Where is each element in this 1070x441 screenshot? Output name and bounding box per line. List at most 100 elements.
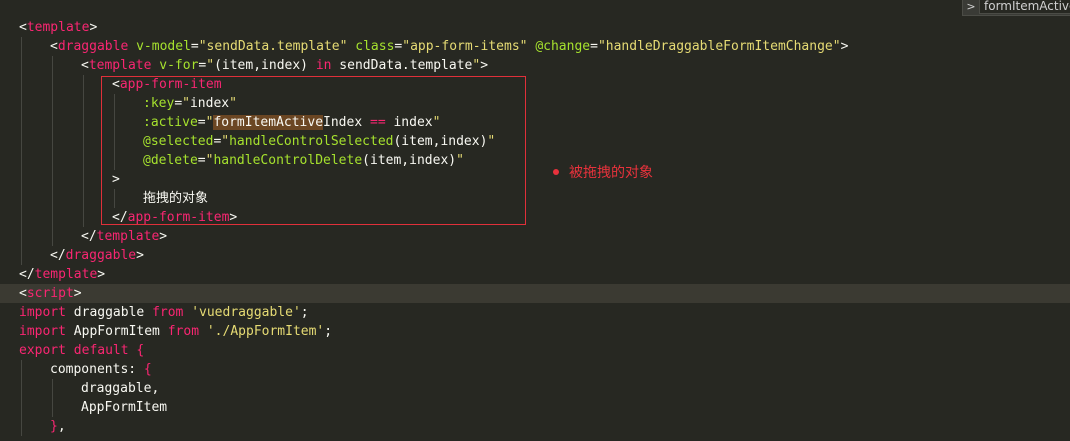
code-line[interactable]: </draggable>: [0, 246, 1070, 265]
indent-guide: [21, 94, 22, 113]
code-token: AppFormItem: [65, 324, 168, 339]
code-content: </template>: [81, 227, 167, 246]
code-content: import draggable from 'vuedraggable';: [19, 303, 309, 322]
indent-guide: [52, 227, 53, 246]
code-token: >: [73, 286, 82, 301]
code-token: import: [19, 324, 66, 339]
code-content: </template>: [19, 265, 105, 284]
code-token: </: [50, 248, 66, 263]
bullet-dot-icon: [553, 169, 559, 175]
code-token: v-model: [136, 39, 191, 54]
indent-guide: [52, 379, 53, 398]
code-line[interactable]: <draggable v-model="sendData.template" c…: [0, 37, 1070, 56]
dragged-object-highlight-box: [101, 76, 526, 225]
code-content: export default {: [19, 341, 144, 360]
code-token: >: [97, 267, 106, 282]
code-line[interactable]: },: [0, 417, 1070, 436]
code-token: =: [590, 39, 598, 54]
code-content: </draggable>: [50, 246, 144, 265]
code-token: </: [19, 267, 35, 282]
code-token: draggable,: [81, 381, 160, 396]
code-token: template: [34, 267, 98, 282]
code-token: in: [315, 58, 332, 73]
code-content: draggable,: [81, 379, 159, 398]
indent-guide: [21, 75, 22, 94]
indent-guide: [21, 227, 22, 246]
find-widget[interactable]: > formItemActive: [962, 0, 1070, 16]
code-token: >: [159, 229, 168, 244]
code-token: "sendData.template": [198, 39, 348, 54]
indent-guide: [52, 94, 53, 113]
code-line[interactable]: <template v-for="(item,index) in sendDat…: [0, 56, 1070, 75]
code-content: import AppFormItem from './AppFormItem';: [19, 322, 332, 341]
code-token: v-for: [159, 58, 199, 73]
indent-guide: [83, 113, 84, 132]
indent-guide: [83, 189, 84, 208]
code-token: sendData.template: [331, 58, 473, 73]
code-token: draggable: [65, 305, 153, 320]
indent-guide: [52, 113, 53, 132]
code-token: </: [81, 229, 97, 244]
code-token: (item,index): [214, 58, 316, 73]
code-line[interactable]: import AppFormItem from './AppFormItem';: [0, 322, 1070, 341]
code-content: <template>: [19, 18, 97, 37]
code-token: 'vuedraggable': [191, 305, 301, 320]
annotation-label: 被拖拽的对象: [569, 165, 653, 181]
code-line[interactable]: draggable,: [0, 379, 1070, 398]
code-line[interactable]: import draggable from 'vuedraggable';: [0, 303, 1070, 322]
indent-guide: [21, 398, 22, 417]
code-token: draggable: [57, 39, 129, 54]
indent-guide: [52, 151, 53, 170]
indent-guide: [52, 56, 53, 75]
indent-guide: [21, 208, 22, 227]
code-token: {: [143, 362, 152, 377]
code-token: ;: [300, 305, 309, 320]
indent-guide: [83, 75, 84, 94]
code-line[interactable]: components: {: [0, 360, 1070, 379]
code-token: @change: [535, 39, 591, 54]
indent-guide: [83, 151, 84, 170]
indent-guide: [21, 37, 22, 56]
code-token: class: [355, 39, 395, 54]
code-token: ,: [57, 419, 66, 434]
indent-guide: [21, 151, 22, 170]
indent-guide: [21, 189, 22, 208]
code-token: components:: [50, 362, 144, 377]
code-line[interactable]: <script>: [0, 284, 1070, 303]
code-content: components: {: [50, 360, 152, 379]
indent-guide: [83, 132, 84, 151]
indent-guide: [52, 170, 53, 189]
code-content: <script>: [19, 284, 82, 303]
code-token: default: [73, 343, 129, 358]
code-token: from: [152, 305, 184, 320]
code-token: script: [26, 286, 74, 301]
code-token: ;: [324, 324, 333, 339]
code-token: "handleDraggableFormItemChange": [597, 39, 841, 54]
code-token: >: [480, 58, 489, 73]
indent-guide: [21, 246, 22, 265]
code-token: >: [89, 20, 98, 35]
code-token: AppFormItem: [81, 400, 168, 415]
indent-guide: [52, 189, 53, 208]
find-input[interactable]: formItemActive: [979, 0, 1070, 14]
code-token: template: [96, 229, 160, 244]
indent-guide: [83, 170, 84, 189]
code-line[interactable]: <template>: [0, 18, 1070, 37]
code-line[interactable]: AppFormItem: [0, 398, 1070, 417]
annotation-callout: 被拖拽的对象: [553, 162, 653, 182]
indent-guide: [21, 132, 22, 151]
code-token: ": [206, 58, 215, 73]
indent-guide: [21, 170, 22, 189]
code-token: <: [81, 58, 89, 73]
code-token: export: [19, 343, 66, 358]
indent-guide: [21, 417, 22, 436]
code-line[interactable]: </template>: [0, 265, 1070, 284]
code-token: {: [136, 343, 145, 358]
code-line[interactable]: export default {: [0, 341, 1070, 360]
chevron-right-icon[interactable]: >: [963, 0, 979, 13]
code-token: =: [190, 39, 199, 54]
code-line[interactable]: </template>: [0, 227, 1070, 246]
